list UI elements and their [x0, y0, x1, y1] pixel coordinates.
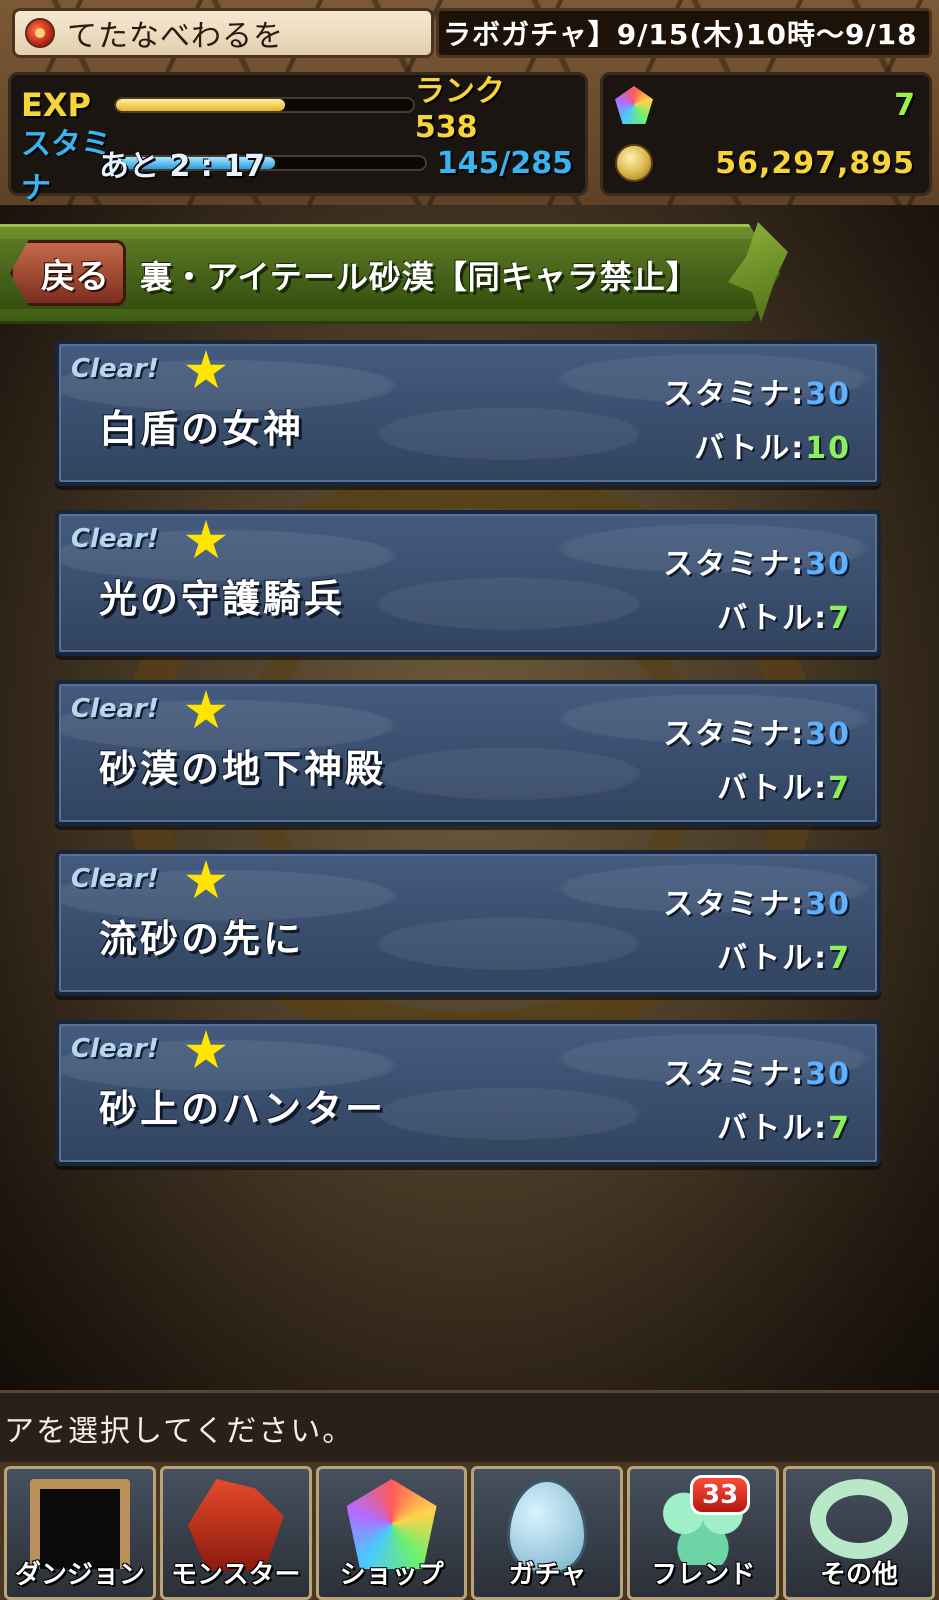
floor-stats: スタミナ:30 バトル:7 — [663, 878, 851, 986]
news-ticker-text: ラボガチャ】9/15(木)10時～9/18 — [443, 18, 918, 51]
player-name: てたなべわるを — [67, 19, 284, 54]
other-icon — [810, 1479, 909, 1559]
rank-value: ランク 538 — [414, 73, 505, 145]
player-name-bar[interactable]: てたなべわるを — [12, 8, 434, 58]
bottom-nav: ダンジョン モンスター ショップ ガチャ 33 フレンド その他 — [0, 1462, 939, 1600]
stamina-timer: あと 2 : 17 — [99, 149, 265, 184]
clear-badge: Clear! — [71, 1034, 159, 1064]
friend-notification-badge: 33 — [690, 1475, 751, 1515]
floor-battles: バトル:7 — [717, 1111, 851, 1146]
floor-stamina: スタミナ:30 — [663, 887, 851, 922]
nav-dungeon-button[interactable]: ダンジョン — [4, 1466, 156, 1600]
star-icon — [185, 860, 227, 899]
floor-item[interactable]: Clear! 流砂の先に スタミナ:30 バトル:7 — [55, 850, 881, 996]
exp-bar-fill — [116, 99, 286, 111]
nav-gacha-button[interactable]: ガチャ — [471, 1466, 624, 1600]
magic-stone-row: 7 — [615, 79, 915, 131]
coin-count: 56,297,895 — [715, 145, 915, 181]
floor-name: 砂漠の地下神殿 — [99, 747, 387, 791]
message-bar: アを選択してください。 — [0, 1390, 939, 1462]
floor-item[interactable]: Clear! 砂上のハンター スタミナ:30 バトル:7 — [55, 1020, 881, 1166]
nav-label: ショップ — [339, 1560, 444, 1590]
news-ticker[interactable]: ラボガチャ】9/15(木)10時～9/18 — [436, 8, 932, 58]
dungeon-title: 裏・アイテール砂漠【同キャラ禁止】 — [140, 258, 699, 296]
nav-other-button[interactable]: その他 — [783, 1466, 935, 1600]
floor-name: 光の守護騎兵 — [99, 577, 346, 621]
rainbow-stone-icon — [615, 86, 653, 124]
floor-stats: スタミナ:30 バトル:7 — [663, 1048, 851, 1156]
nav-shop-button[interactable]: ショップ — [315, 1466, 468, 1600]
star-icon — [185, 520, 227, 559]
clear-badge: Clear! — [71, 694, 159, 724]
stamina-row: スタミナ あと 2 : 17 145/285 — [21, 127, 573, 206]
back-button-label: 戻る — [41, 256, 109, 297]
nav-label: フレンド — [651, 1560, 756, 1590]
message-text: アを選択してください。 — [4, 1413, 355, 1449]
floor-name: 白盾の女神 — [99, 407, 305, 451]
floor-stamina: スタミナ:30 — [663, 547, 851, 582]
magic-stone-count: 7 — [894, 87, 915, 123]
floor-stamina: スタミナ:30 — [663, 717, 851, 752]
floor-battles: バトル:7 — [717, 941, 851, 976]
resources-panel: 7 56,297,895 — [600, 72, 932, 196]
floor-name: 流砂の先に — [99, 917, 305, 961]
nav-monster-button[interactable]: モンスター — [159, 1466, 312, 1600]
floor-name: 砂上のハンター — [99, 1087, 387, 1131]
floor-battles: バトル:10 — [694, 431, 851, 466]
stamina-value: 145/285 — [436, 145, 573, 181]
player-stats-panel: EXP ランク 538 スタミナ あと 2 : 17 145/285 — [8, 72, 588, 206]
floor-stats: スタミナ:30 バトル:7 — [663, 538, 851, 646]
floor-item[interactable]: Clear! 砂漠の地下神殿 スタミナ:30 バトル:7 — [55, 680, 881, 826]
coin-icon — [615, 144, 653, 182]
exp-bar — [114, 97, 415, 113]
clear-badge: Clear! — [71, 354, 159, 384]
star-icon — [185, 1030, 227, 1069]
back-button[interactable]: 戻る — [10, 240, 126, 306]
star-icon — [185, 350, 227, 389]
nav-label: その他 — [820, 1560, 899, 1590]
nav-friend-button[interactable]: 33 フレンド — [627, 1466, 780, 1600]
floor-stats: スタミナ:30 バトル:7 — [663, 708, 851, 816]
nav-label: ガチャ — [508, 1560, 587, 1590]
clear-badge: Clear! — [71, 524, 159, 554]
floor-battles: バトル:7 — [717, 601, 851, 636]
coin-row: 56,297,895 — [615, 137, 915, 189]
floor-battles: バトル:7 — [717, 771, 851, 806]
nav-label: ダンジョン — [14, 1560, 145, 1590]
floor-stats: スタミナ:30 バトル:10 — [663, 368, 851, 476]
floor-stamina: スタミナ:30 — [663, 1057, 851, 1092]
floor-list: Clear! 白盾の女神 スタミナ:30 バトル:10 Clear! 光の守護騎… — [55, 340, 881, 1190]
floor-stamina: スタミナ:30 — [663, 377, 851, 412]
clear-badge: Clear! — [71, 864, 159, 894]
floor-item[interactable]: Clear! 光の守護騎兵 スタミナ:30 バトル:7 — [55, 510, 881, 656]
player-attribute-icon — [25, 18, 55, 48]
star-icon — [185, 690, 227, 729]
floor-item[interactable]: Clear! 白盾の女神 スタミナ:30 バトル:10 — [55, 340, 881, 486]
nav-label: モンスター — [171, 1560, 301, 1590]
